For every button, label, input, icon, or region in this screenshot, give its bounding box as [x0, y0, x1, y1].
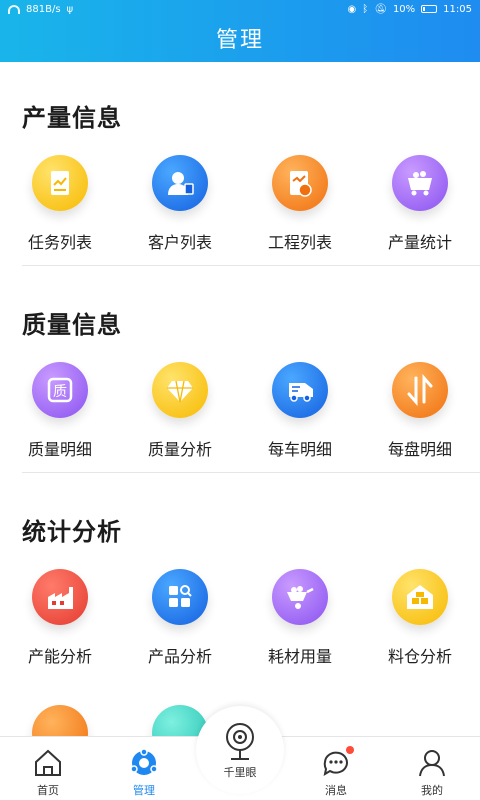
- tab-camera[interactable]: 千里眼: [196, 706, 284, 794]
- wifi-icon: [8, 4, 20, 14]
- section-title-statistics: 统计分析: [22, 518, 122, 546]
- network-speed: 881B/s: [26, 3, 61, 15]
- tab-label: 消息: [325, 784, 347, 797]
- divider: [22, 472, 480, 473]
- menu-item-capacity-analysis[interactable]: 产能分析: [0, 569, 120, 667]
- menu-item-quality-analysis[interactable]: 质量分析: [120, 362, 240, 460]
- menu-item-label: 客户列表: [147, 233, 212, 252]
- warehouse-icon: [392, 569, 448, 625]
- page-title: 管理: [215, 28, 264, 53]
- menu-item-consumables-usage[interactable]: 耗材用量: [240, 569, 360, 667]
- menu-item-project-list[interactable]: 工程列表: [240, 155, 360, 253]
- menu-item-label: 产能分析: [27, 647, 92, 666]
- tab-label: 千里眼: [223, 765, 257, 779]
- tab-label: 首页: [37, 784, 59, 797]
- mine-cart-icon: [392, 155, 448, 211]
- menu-item-quality-detail[interactable]: 质 质量明细: [0, 362, 120, 460]
- section-title-quality: 质量信息: [22, 311, 122, 339]
- tab-messages[interactable]: 消息: [288, 737, 384, 800]
- menu-item-label: 料仓分析: [387, 647, 452, 666]
- home-icon: [35, 749, 61, 776]
- menu-item-label: 产品分析: [147, 647, 212, 666]
- app-header: 881B/s ψ ◉ ᛒ 🔕︎ 10% 11:05 管理: [0, 0, 480, 62]
- unread-badge: [346, 746, 354, 754]
- tab-home[interactable]: 首页: [0, 737, 96, 800]
- divider: [22, 265, 480, 266]
- statistics-grid: 产能分析 产品分析 耗材用量 料仓分析: [0, 569, 480, 667]
- menu-item-output-stats[interactable]: 产量统计: [360, 155, 480, 253]
- menu-item-label: 任务列表: [27, 233, 92, 252]
- wheelbarrow-icon: [272, 569, 328, 625]
- menu-item-label: 产量统计: [387, 233, 452, 252]
- section-title-production: 产量信息: [22, 104, 122, 132]
- menu-item-product-analysis[interactable]: 产品分析: [120, 569, 240, 667]
- usb-icon: ψ: [66, 3, 74, 15]
- diamond-icon: [152, 362, 208, 418]
- menu-item-label: 工程列表: [267, 233, 332, 252]
- battery-icon: [421, 5, 438, 13]
- bluetooth-icon: ᛒ: [362, 3, 369, 15]
- battery-percent: 10%: [392, 3, 416, 15]
- menu-item-label: 质量明细: [27, 440, 92, 459]
- menu-item-label: 每盘明细: [387, 440, 452, 459]
- menu-item-task-list[interactable]: 任务列表: [0, 155, 120, 253]
- user-icon: [419, 750, 445, 777]
- menu-item-label: 质量分析: [147, 440, 212, 459]
- tab-profile[interactable]: 我的: [384, 737, 480, 800]
- clock: 11:05: [443, 3, 472, 15]
- menu-item-label: 每车明细: [267, 440, 332, 459]
- camera-icon: [226, 722, 254, 760]
- grid-search-icon: [152, 569, 208, 625]
- production-grid: 任务列表 客户列表 工程列表 产量统计: [0, 155, 480, 253]
- task-list-icon: [32, 155, 88, 211]
- mute-icon: 🔕︎: [374, 3, 387, 15]
- eye-icon: ◉: [347, 3, 357, 15]
- tab-manage[interactable]: 管理: [96, 737, 192, 800]
- tab-label: 我的: [421, 784, 443, 797]
- tab-label: 管理: [133, 784, 155, 797]
- quality-badge-icon: 质: [32, 362, 88, 418]
- status-bar: 881B/s ψ ◉ ᛒ 🔕︎ 10% 11:05: [0, 0, 480, 18]
- svg-text:质: 质: [53, 384, 67, 400]
- delivery-truck-icon[interactable]: [32, 705, 88, 737]
- menu-item-silo-analysis[interactable]: 料仓分析: [360, 569, 480, 667]
- project-icon: [272, 155, 328, 211]
- menu-item-per-batch-detail[interactable]: 每盘明细: [360, 362, 480, 460]
- transfer-arrows-icon: [392, 362, 448, 418]
- menu-item-per-truck-detail[interactable]: 每车明细: [240, 362, 360, 460]
- truck-icon: [272, 362, 328, 418]
- factory-icon: [32, 569, 88, 625]
- customer-icon: [152, 155, 208, 211]
- quality-grid: 质 质量明细 质量分析 每车明细 每盘明细: [0, 362, 480, 460]
- manage-icon: [130, 748, 158, 775]
- menu-item-customer-list[interactable]: 客户列表: [120, 155, 240, 253]
- menu-item-label: 耗材用量: [267, 647, 332, 666]
